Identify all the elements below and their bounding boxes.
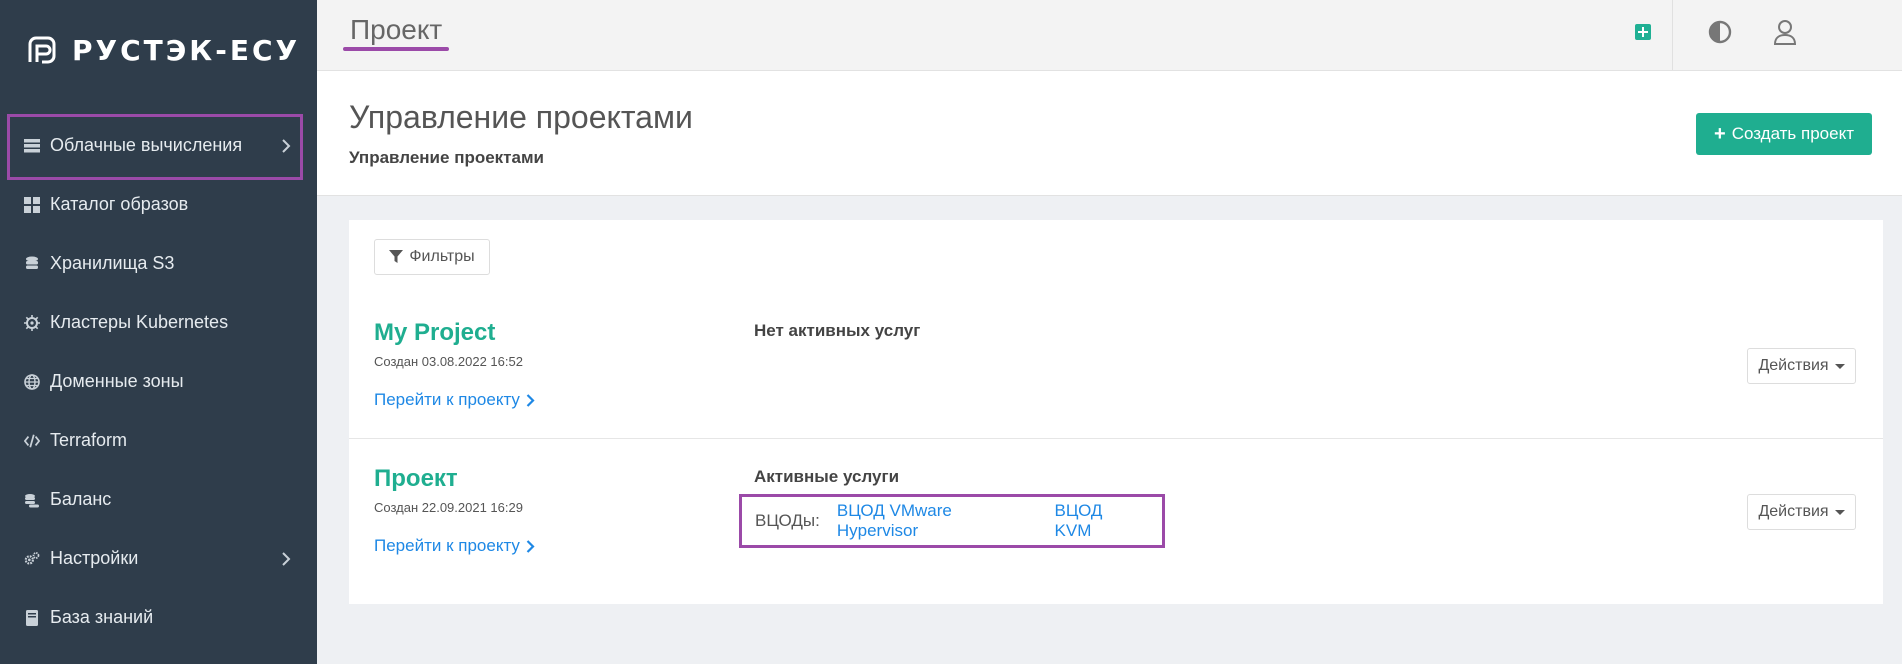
sidebar-item-domain-zones[interactable]: Доменные зоны [0,352,317,411]
add-icon[interactable] [1635,24,1651,40]
page-title: Управление проектами [349,99,693,135]
row-divider [349,438,1883,439]
server-icon [24,138,40,154]
sidebar-item-cloud-computing[interactable]: Облачные вычисления [0,114,317,180]
sidebar-item-balance[interactable]: Баланс [0,470,317,529]
actions-dropdown[interactable]: Действия [1747,494,1856,530]
project-status: Активные услуги [754,467,900,486]
sidebar-item-label: Кластеры Kubernetes [50,312,229,332]
sidebar-item-label: Хранилища S3 [50,253,175,273]
project-status: Нет активных услуг [754,321,921,340]
projects-card: Фильтры My Project Создан 03.08.2022 16:… [349,220,1883,604]
logo-icon [28,36,56,64]
topbar-divider [1672,0,1673,70]
go-to-project-label: Перейти к проекту [374,536,520,555]
sidebar-item-terraform[interactable]: Terraform [0,411,317,470]
sidebar-item-label: Настройки [50,548,139,568]
services-list: ВЦОДы: ВЦОД VMware Hypervisor ВЦОД KVM [739,494,1165,548]
globe-icon [24,373,40,390]
sidebar-item-image-catalog[interactable]: Каталог образов [0,175,317,234]
book-icon [24,609,40,626]
actions-dropdown[interactable]: Действия [1747,348,1856,384]
go-to-project-link[interactable]: Перейти к проекту [374,390,535,410]
project-created-date: Создан 22.09.2021 16:29 [374,500,523,515]
create-project-label: Создать проект [1731,124,1854,143]
create-project-button[interactable]: + Создать проект [1696,113,1872,155]
caret-down-icon [1834,509,1845,515]
grid-icon [24,196,40,213]
sidebar-item-label: База знаний [50,607,154,627]
contrast-icon[interactable] [1708,20,1732,44]
coins-icon [24,492,40,508]
filter-icon [389,250,404,263]
actions-label: Действия [1758,357,1829,374]
filters-button[interactable]: Фильтры [374,239,490,275]
services-label: ВЦОДы: [755,511,820,530]
sidebar-item-label: Облачные вычисления [50,135,243,155]
topbar-project-title[interactable]: Проект [350,14,442,46]
chevron-right-icon [282,551,291,566]
project-created-date: Создан 03.08.2022 16:52 [374,354,523,369]
sidebar-item-s3-storage[interactable]: Хранилища S3 [0,234,317,293]
go-to-project-link[interactable]: Перейти к проекту [374,536,535,556]
topbar: Проект [317,0,1902,71]
sidebar-item-kubernetes[interactable]: Кластеры Kubernetes [0,293,317,352]
gears-icon [24,551,40,567]
chevron-right-icon [526,393,535,407]
topbar-title-underline [343,47,449,51]
breadcrumb: Управление проектами [349,148,544,167]
plus-icon: + [1714,123,1726,145]
brand-logo[interactable]: РУСТЭК-ЕСУ [24,32,300,68]
sidebar-item-label: Баланс [50,489,112,509]
project-name[interactable]: My Project [374,319,495,347]
sidebar-item-label: Terraform [50,430,128,450]
page-header: Управление проектами Управление проектам… [317,71,1902,196]
go-to-project-label: Перейти к проекту [374,390,520,409]
helm-icon [24,314,40,331]
service-link-kvm[interactable]: ВЦОД KVM [1055,501,1143,541]
sidebar-item-label: Доменные зоны [50,371,184,391]
user-icon[interactable] [1773,19,1797,45]
database-icon [24,256,40,272]
sidebar: РУСТЭК-ЕСУ Облачные вычисления Каталог о… [0,0,317,664]
brand-name: РУСТЭК-ЕСУ [72,33,301,67]
sidebar-item-settings[interactable]: Настройки [0,529,317,588]
chevron-right-icon [526,539,535,553]
sidebar-item-knowledge-base[interactable]: База знаний [0,588,317,647]
sidebar-nav: Облачные вычисления Каталог образов Хран… [0,114,317,647]
caret-down-icon [1834,363,1845,369]
chevron-right-icon [282,138,291,153]
project-name[interactable]: Проект [374,465,458,493]
filters-label: Фильтры [409,248,475,265]
actions-label: Действия [1758,503,1829,520]
sidebar-item-label: Каталог образов [50,194,189,214]
service-link-vmware[interactable]: ВЦОД VMware Hypervisor [837,501,1036,541]
code-icon [24,433,40,449]
